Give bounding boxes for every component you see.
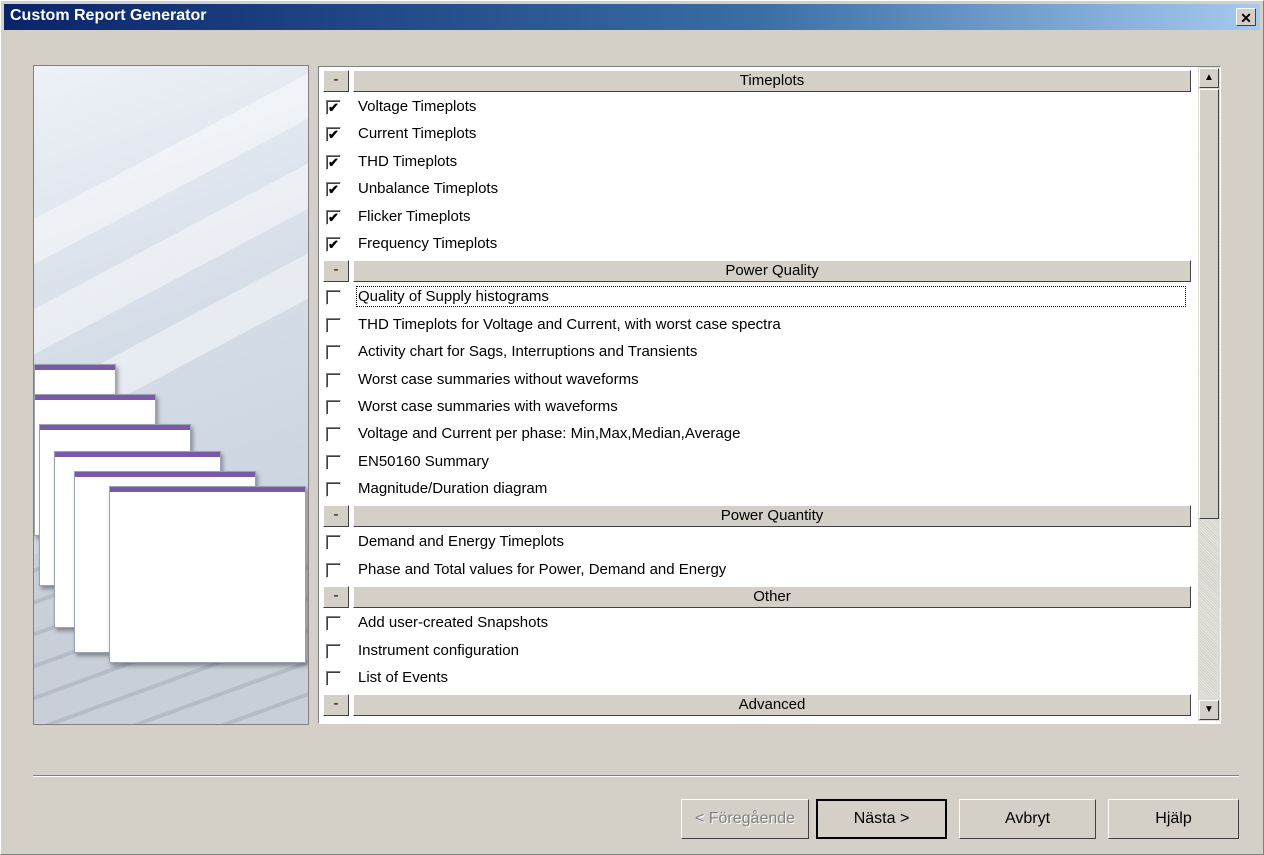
option-checkbox[interactable] [326,562,341,578]
option-row[interactable]: Demand and Energy Timeplots [321,530,1196,557]
option-row[interactable]: Phase and Total values for Power, Demand… [321,558,1196,585]
option-label: List of Events [358,669,449,687]
option-label: Voltage and Current per phase: Min,Max,M… [358,425,741,443]
option-row[interactable]: ✔ THD Timeplots [321,150,1196,177]
option-label: Magnitude/Duration diagram [358,480,548,498]
option-checkbox[interactable] [326,345,341,361]
option-label: THD Timeplots for Voltage and Current, w… [358,315,781,333]
option-label: Instrument configuration [358,641,519,659]
vertical-scrollbar[interactable]: ▲ ▼ [1198,67,1220,721]
collapse-power-quantity-button[interactable]: - [323,505,349,528]
report-options-list[interactable]: - Timeplots ✔ Voltage Timeplots ✔ Current Tim… [318,66,1221,724]
option-label: Quality of Supply histograms [356,286,1186,308]
scroll-thumb[interactable] [1199,89,1219,519]
option-row[interactable]: THD Timeplots for Voltage and Current, w… [321,313,1196,340]
option-row[interactable]: Add user-created Snapshots [321,611,1196,638]
scroll-down-button[interactable]: ▼ [1199,700,1219,720]
report-generator-dialog: Custom Report Generator ✕ - Timeplots ✔ Vol… [0,0,1264,855]
option-row[interactable]: Activity chart for Sags, Interruptions a… [321,340,1196,367]
option-label: Frequency Timeplots [358,234,498,252]
back-button[interactable]: < Föregående [681,799,809,839]
title-bar[interactable]: Custom Report Generator ✕ [4,4,1260,30]
group-title-timeplots[interactable]: Timeplots [353,70,1191,92]
group-title-power-quantity[interactable]: Power Quantity [353,505,1191,528]
option-row[interactable]: ✔ Frequency Timeplots [321,232,1196,259]
close-icon: ✕ [1240,10,1252,26]
window-title: Custom Report Generator [10,7,207,24]
group-header-timeplots: - Timeplots [321,69,1196,95]
footer-separator [33,775,1239,777]
option-checkbox[interactable]: ✔ [326,127,341,143]
option-checkbox[interactable]: ✔ [326,236,341,252]
option-checkbox[interactable]: ✔ [326,154,341,170]
wizard-side-illustration [33,65,309,725]
checkmark-icon: ✔ [328,182,339,198]
option-checkbox[interactable] [326,399,341,415]
option-row[interactable]: Worst case summaries with waveforms [321,395,1196,422]
next-button[interactable]: Nästa > [816,799,947,839]
option-checkbox[interactable] [326,643,341,659]
group-title-power-quality[interactable]: Power Quality [353,260,1191,283]
option-checkbox[interactable]: ✔ [326,182,341,198]
option-row[interactable]: Magnitude/Duration diagram [321,477,1196,504]
option-label: EN50160 Summary [358,452,489,470]
arrow-up-icon: ▲ [1204,72,1214,83]
option-checkbox[interactable] [326,290,341,306]
option-row[interactable]: EN50160 Summary [321,450,1196,477]
group-header-power-quantity: - Power Quantity [321,504,1196,530]
option-label: Unbalance Timeplots [358,180,499,198]
option-checkbox[interactable] [326,616,341,632]
option-row[interactable]: Worst case summaries without waveforms [321,368,1196,395]
option-label: Worst case summaries without waveforms [358,370,639,388]
collapse-other-button[interactable]: - [323,586,349,609]
help-button[interactable]: Hjälp [1108,799,1239,839]
option-row[interactable]: Instrument configuration [321,639,1196,666]
option-label: Worst case summaries with waveforms [358,397,618,415]
checkmark-icon: ✔ [328,100,339,115]
group-title-other[interactable]: Other [353,586,1191,609]
checkmark-icon: ✔ [328,209,339,225]
option-label: THD Timeplots [358,152,458,170]
option-row[interactable]: ✔ Current Timeplots [321,122,1196,149]
option-label: Activity chart for Sags, Interruptions a… [358,343,698,361]
option-row[interactable]: ✔ Unbalance Timeplots [321,177,1196,204]
option-checkbox[interactable] [326,427,341,443]
group-title-advanced[interactable]: Advanced [353,694,1191,717]
group-header-power-quality: - Power Quality [321,259,1196,285]
option-label: Flicker Timeplots [358,207,471,225]
option-checkbox[interactable] [326,317,341,333]
option-checkbox[interactable]: ✔ [326,209,341,225]
close-button[interactable]: ✕ [1236,8,1256,26]
option-label: Add user-created Snapshots [358,614,549,632]
collapse-power-quality-button[interactable]: - [323,260,349,283]
option-row[interactable]: ✔ Voltage Timeplots [321,95,1196,122]
option-label: Phase and Total values for Power, Demand… [358,560,727,578]
option-checkbox[interactable] [326,454,341,470]
option-checkbox[interactable] [326,671,341,687]
option-row[interactable]: ✔ Flicker Timeplots [321,205,1196,232]
group-header-advanced: - Advanced [321,693,1196,719]
option-checkbox[interactable]: ✔ [326,100,341,115]
option-checkbox[interactable] [326,535,341,551]
option-checkbox[interactable] [326,372,341,388]
option-row[interactable]: Quality of Supply histograms [321,285,1196,312]
checkmark-icon: ✔ [328,236,339,252]
option-label: Current Timeplots [358,125,477,143]
arrow-down-icon: ▼ [1204,704,1214,715]
option-row[interactable]: List of Events [321,666,1196,693]
group-header-other: - Other [321,585,1196,611]
option-checkbox[interactable] [326,482,341,498]
option-label: Voltage Timeplots [358,98,477,115]
scroll-up-button[interactable]: ▲ [1199,68,1219,88]
checkmark-icon: ✔ [328,127,339,143]
collapse-timeplots-button[interactable]: - [323,70,349,92]
report-options-list-content: - Timeplots ✔ Voltage Timeplots ✔ Current Tim… [321,69,1196,719]
checkmark-icon: ✔ [328,154,339,170]
option-row[interactable]: Voltage and Current per phase: Min,Max,M… [321,422,1196,449]
collapse-advanced-button[interactable]: - [323,694,349,717]
option-label: Demand and Energy Timeplots [358,533,564,551]
cancel-button[interactable]: Avbryt [959,799,1096,839]
